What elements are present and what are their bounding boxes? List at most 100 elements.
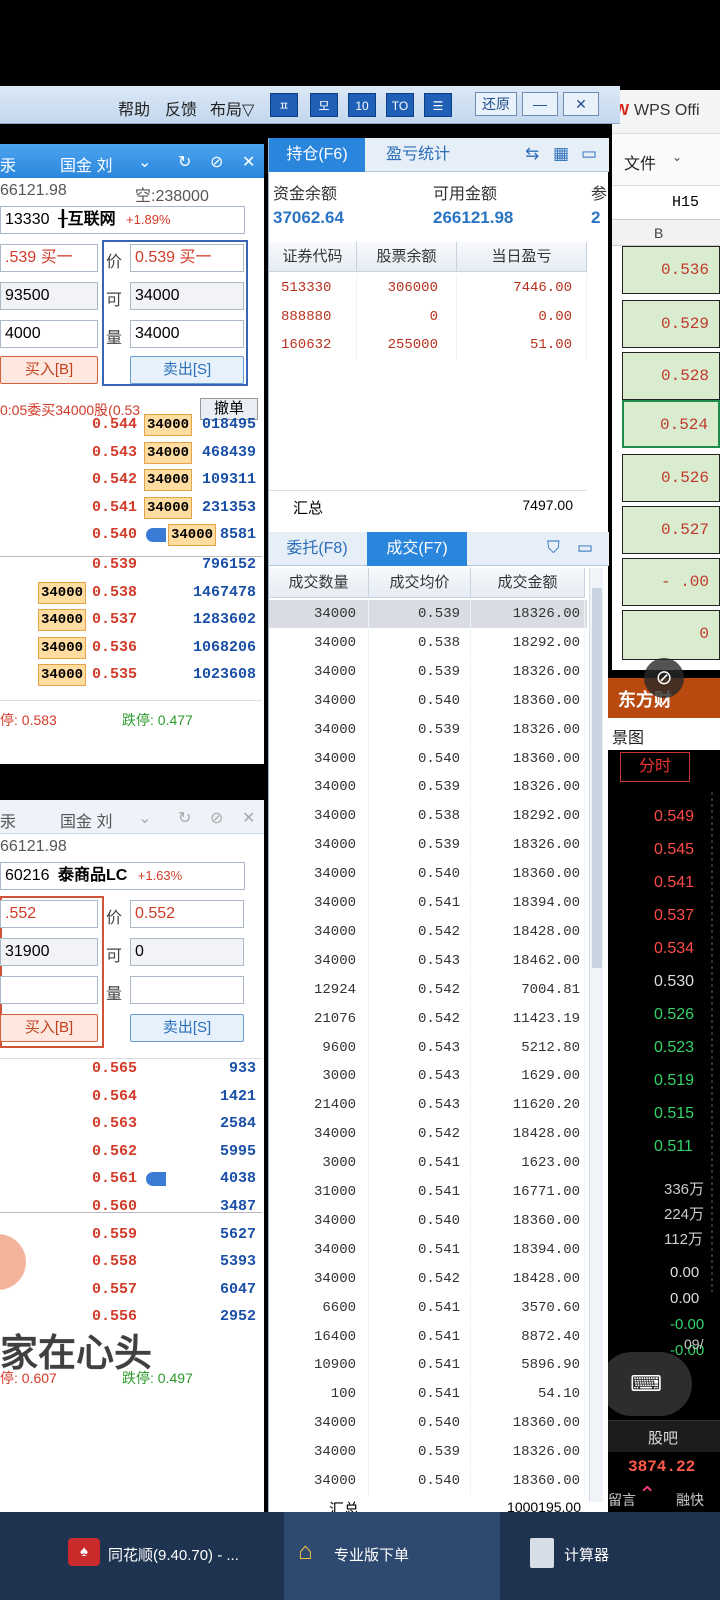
quote-row[interactable]: 0.539 796152 [0, 552, 262, 579]
menu-layout[interactable]: 布局▽ [210, 96, 254, 120]
quote-row[interactable]: 0.542 34000 109311 [0, 467, 262, 494]
refresh-icon[interactable]: ↻ [178, 152, 191, 172]
panel2-buy-price-field[interactable]: .552 [0, 900, 98, 928]
positions-column-header[interactable]: 股票余额 [357, 242, 457, 272]
quote-row[interactable]: 0.559 5627 [0, 1222, 262, 1249]
panel1-buy-price-field[interactable]: .539 买一 [0, 244, 98, 272]
filter-icon[interactable]: ⛉ [547, 538, 560, 558]
table-row[interactable]: 34000 0.541 18394.00 [269, 889, 587, 917]
table-row[interactable]: 34000 0.540 18360.00 [269, 860, 587, 889]
table-row[interactable]: 34000 0.539 18326.00 [269, 773, 587, 802]
link-icon[interactable]: ⊘ [210, 152, 223, 172]
deals-column-header[interactable]: 成交金额 [471, 568, 585, 598]
taskbar-app-ths[interactable]: ♠ 同花顺(9.40.70) - ... [60, 1512, 276, 1600]
table-row[interactable]: 34000 0.539 18326.00 [269, 831, 587, 860]
window-icon[interactable]: ▭ [577, 538, 593, 558]
table-row[interactable]: 6600 0.541 3570.60 [269, 1293, 587, 1322]
panel2-code-field[interactable]: 60216 泰商品LC +1.63% [0, 862, 245, 890]
taskbar-app-calc[interactable]: 计算器 [520, 1512, 720, 1600]
table-row[interactable]: 21076 0.542 11423.19 [269, 1004, 587, 1033]
table-row[interactable]: 34000 0.539 18326.00 [269, 600, 587, 629]
wps-cell[interactable]: 0.528 [622, 352, 720, 400]
close-icon[interactable]: ✕ [242, 152, 255, 172]
ths-tab-fenshi[interactable]: 分时 [620, 752, 690, 782]
table-row[interactable]: 34000 0.542 18428.00 [269, 917, 587, 946]
panel2-buy-avail-field[interactable]: 31900 [0, 938, 98, 966]
table-row[interactable]: 34000 0.539 18326.00 [269, 715, 587, 744]
swap-icon[interactable]: ⇆ [525, 144, 539, 164]
toolbar-pin-button[interactable]: ㅍ [270, 93, 298, 117]
ths-tab-left[interactable]: 景图 [612, 724, 644, 748]
table-row[interactable]: 9600 0.543 5212.80 [269, 1033, 587, 1062]
table-row[interactable]: 34000 0.541 18394.00 [269, 1235, 587, 1264]
quote-row[interactable]: 0.560 3487 [0, 1194, 262, 1221]
positions-column-header[interactable]: 证券代码 [269, 242, 357, 272]
tab-pl-stats[interactable]: 盈亏统计 [373, 138, 463, 172]
table-row[interactable]: 34000 0.539 18326.00 [269, 1438, 587, 1467]
restore-button[interactable]: 还原 [475, 92, 517, 116]
window-icon[interactable]: ▭ [581, 144, 597, 164]
panel2-sell-avail-field[interactable]: 0 [130, 938, 244, 966]
minimize-button[interactable]: — [522, 92, 558, 116]
table-row[interactable]: 34000 0.540 18360.00 [269, 744, 587, 773]
wps-cell[interactable]: 0 [622, 610, 720, 660]
wps-cell[interactable]: - .00 [622, 558, 720, 606]
table-row[interactable]: 31000 0.541 16771.00 [269, 1178, 587, 1206]
positions-column-header[interactable]: 当日盈亏 [457, 242, 587, 272]
link-icon[interactable]: ⊘ [210, 808, 223, 828]
taskbar-app-order[interactable]: ⌂ 专业版下单 [284, 1512, 500, 1600]
panel1-sell-qty-field[interactable]: 34000 [130, 320, 244, 348]
ths-bottom2[interactable]: 融快 [676, 1490, 704, 1510]
quote-row[interactable]: 0.540 34000 8581 [0, 522, 262, 549]
tab-orders[interactable]: 委托(F8) [269, 532, 365, 566]
table-row[interactable]: 3000 0.543 1629.00 [269, 1062, 587, 1091]
table-row[interactable]: 34000 0.540 18360.00 [269, 1409, 587, 1438]
wps-cell[interactable]: 0.524 [622, 400, 720, 448]
panel2-sell-button[interactable]: 卖出[S] [130, 1014, 244, 1042]
deals-column-header[interactable]: 成交均价 [369, 568, 471, 598]
quote-row[interactable]: 0.565 933 [0, 1056, 262, 1083]
close-icon[interactable]: ✕ [242, 808, 255, 828]
deals-scrollbar[interactable] [589, 568, 603, 1502]
quote-row[interactable]: 0.564 1421 [0, 1084, 262, 1111]
table-row[interactable]: 34000 0.538 18292.00 [269, 628, 587, 657]
table-row[interactable]: 34000 0.540 18360.00 [269, 1467, 587, 1495]
chevron-down-icon[interactable]: ⌄ [138, 152, 151, 172]
quote-row[interactable]: 0.538 34000 1467478 [0, 580, 262, 607]
panel2-account[interactable]: 国金 刘 [60, 808, 112, 832]
wps-cell[interactable]: 0.536 [622, 246, 720, 294]
tab-positions[interactable]: 持仓(F6) [269, 138, 365, 172]
table-row[interactable]: 34000 0.540 18360.00 [269, 686, 587, 715]
table-row[interactable]: 12924 0.542 7004.81 [269, 975, 587, 1004]
deals-column-header[interactable]: 成交数量 [269, 568, 369, 598]
menu-help[interactable]: 帮助 [118, 96, 150, 120]
tab-deals[interactable]: 成交(F7) [367, 532, 467, 566]
panel1-code-field[interactable]: 13330 ╂互联网 +1.89% [0, 206, 245, 234]
ths-guba[interactable]: 股吧 [648, 1427, 678, 1448]
toolbar-grid-button[interactable]: 모 [310, 93, 338, 117]
quote-row[interactable]: 0.541 34000 231353 [0, 495, 262, 522]
quote-row[interactable]: 0.537 34000 1283602 [0, 607, 262, 634]
panel2-buy-qty-field[interactable] [0, 976, 98, 1004]
table-row[interactable]: 34000 0.540 18360.00 [269, 1206, 587, 1235]
wps-menu-file[interactable]: 文件 [624, 150, 656, 174]
panel1-buy-avail-field[interactable]: 93500 [0, 282, 98, 310]
quote-row[interactable]: 0.543 34000 468439 [0, 440, 262, 467]
menu-feedback[interactable]: 反馈 [165, 96, 197, 120]
toolbar-10-button[interactable]: 10 [348, 93, 376, 117]
table-row[interactable]: 21400 0.543 11620.20 [269, 1091, 587, 1120]
quote-row[interactable]: 0.536 34000 1068206 [0, 635, 262, 662]
table-row[interactable]: 34000 0.538 18292.00 [269, 802, 587, 831]
panel1-sell-price-field[interactable]: 0.539 买一 [130, 244, 244, 272]
table-row[interactable]: 888880 0 0.00 [269, 302, 587, 331]
table-row[interactable]: 34000 0.543 18462.00 [269, 946, 587, 975]
chevron-up-icon[interactable]: ⌃ [638, 1482, 656, 1508]
keyboard-icon[interactable]: ⌨ [600, 1352, 692, 1416]
table-row[interactable]: 16400 0.541 8872.40 [269, 1322, 587, 1351]
table-row[interactable]: 34000 0.542 18428.00 [269, 1120, 587, 1149]
toolbar-list-button[interactable]: ☰ [424, 93, 452, 117]
quote-row[interactable]: 0.558 5393 [0, 1249, 262, 1276]
wps-cell[interactable]: 0.526 [622, 454, 720, 502]
panel1-sell-avail-field[interactable]: 34000 [130, 282, 244, 310]
quote-row[interactable]: 0.561 4038 [0, 1166, 262, 1193]
